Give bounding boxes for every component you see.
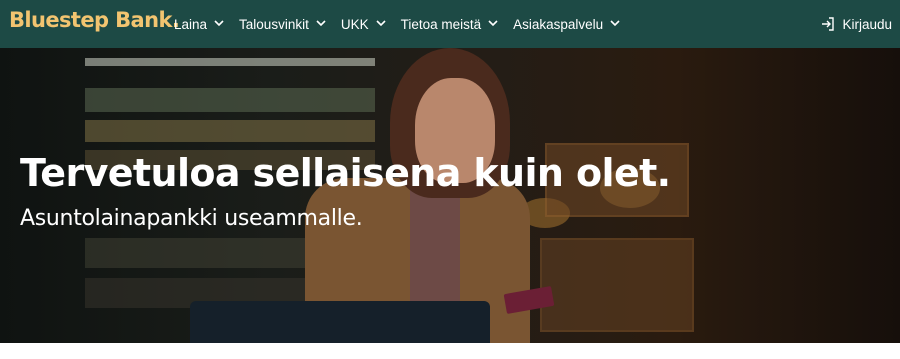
menu-item-label: Tietoa meistä <box>400 16 482 32</box>
menu-item-label: Asiakaspalvelu <box>513 16 604 32</box>
hero-banner: Tervetuloa sellaisena kuin olet. Asuntol… <box>0 48 900 343</box>
menu-item-laina[interactable]: Laina <box>174 17 225 32</box>
chevron-down-icon <box>375 17 387 29</box>
chevron-down-icon <box>487 17 499 29</box>
hero-subtitle: Asuntolainapankki useammalle. <box>20 206 363 231</box>
chevron-down-icon <box>213 17 225 29</box>
main-menu: Laina Talousvinkit UKK Tietoa meistä Asi… <box>174 0 635 48</box>
chevron-down-icon <box>609 17 621 29</box>
menu-item-label: UKK <box>340 16 369 32</box>
menu-item-asiakaspalvelu[interactable]: Asiakaspalvelu <box>513 17 621 32</box>
chevron-down-icon <box>315 17 327 29</box>
login-button[interactable]: Kirjaudu <box>820 0 892 48</box>
menu-item-label: Talousvinkit <box>239 16 309 32</box>
top-navigation: Bluestep Bank. Laina Talousvinkit UKK Ti… <box>0 0 900 48</box>
menu-item-talousvinkit[interactable]: Talousvinkit <box>239 17 327 32</box>
page-content-start <box>0 343 900 359</box>
hero-title: Tervetuloa sellaisena kuin olet. <box>20 151 671 195</box>
login-icon <box>820 16 836 32</box>
brand-logo[interactable]: Bluestep Bank. <box>9 8 180 32</box>
menu-item-label: Laina <box>174 16 208 32</box>
login-label: Kirjaudu <box>842 16 892 32</box>
menu-item-tietoa-meista[interactable]: Tietoa meistä <box>401 17 500 32</box>
menu-item-ukk[interactable]: UKK <box>341 17 387 32</box>
